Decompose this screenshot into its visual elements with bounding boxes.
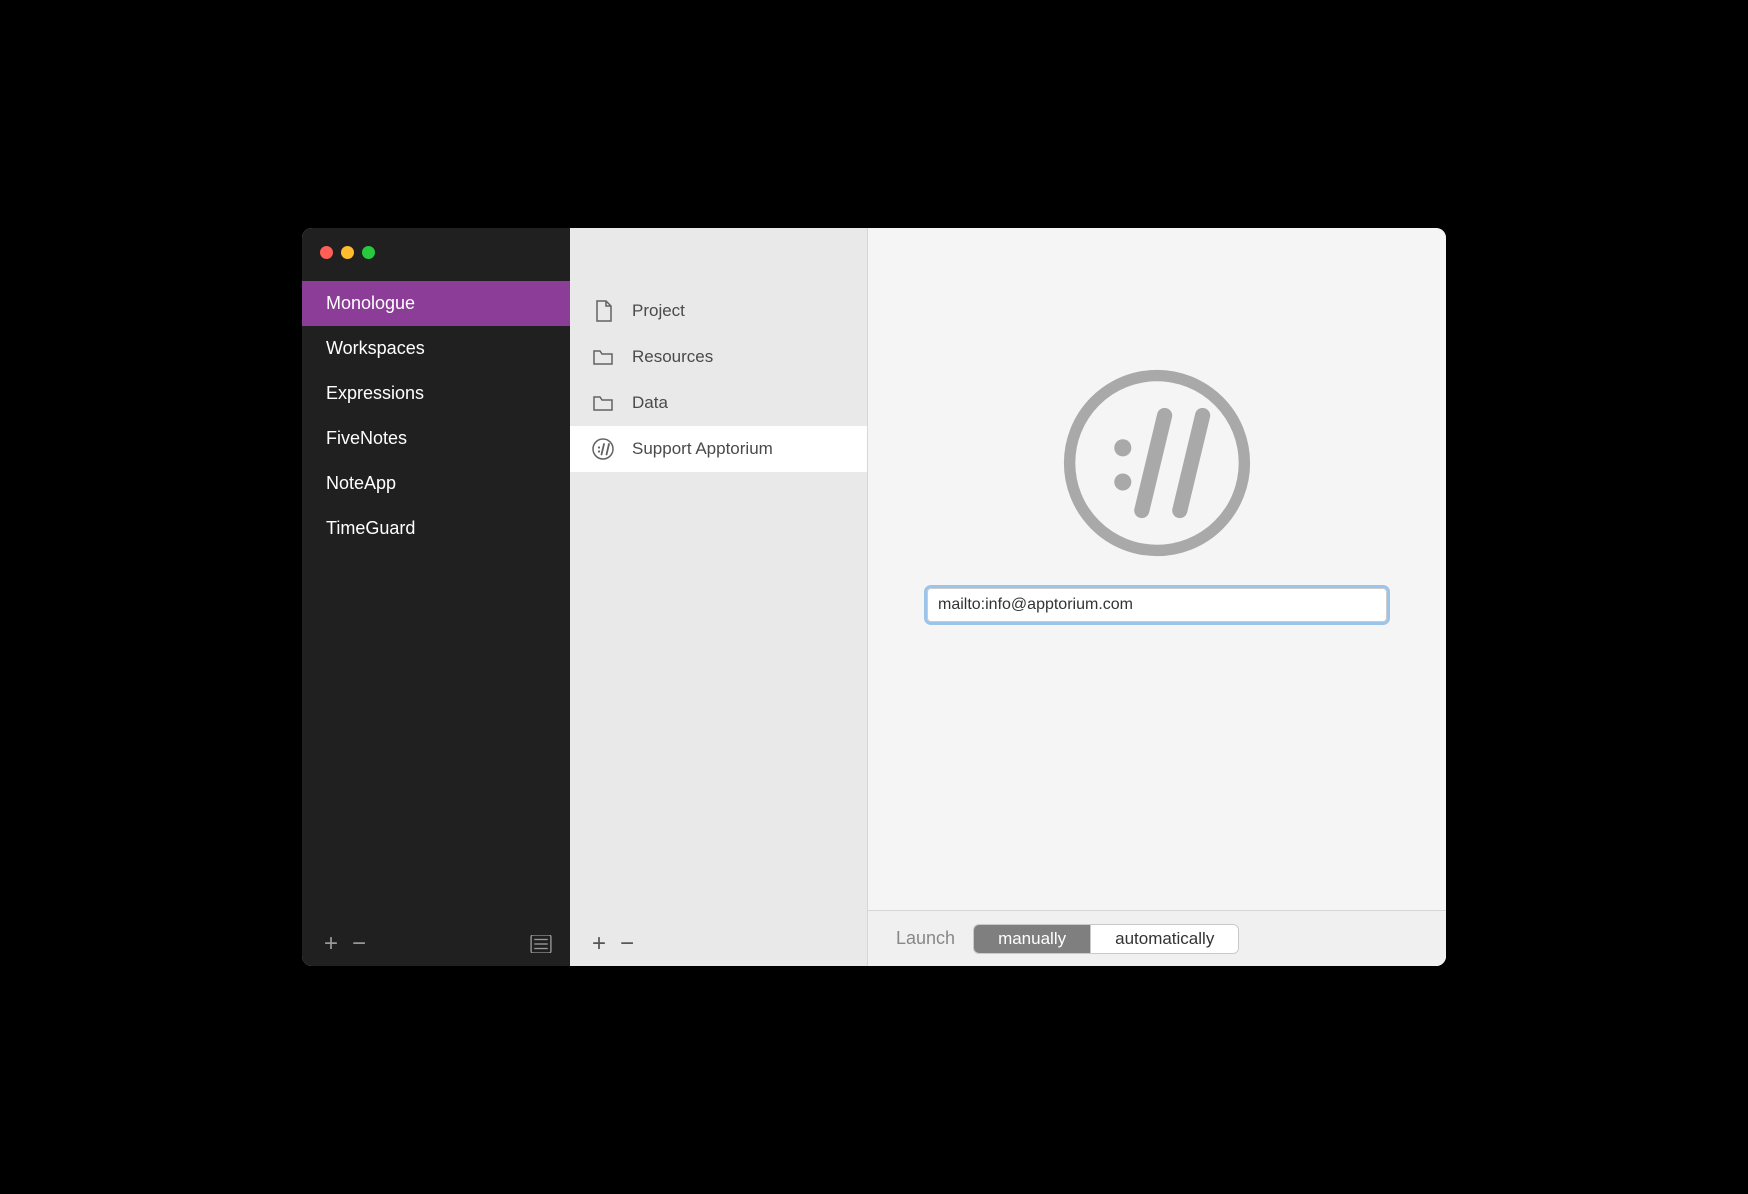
- item-label: Data: [632, 393, 668, 413]
- launch-bar: Launch manually automatically: [868, 910, 1446, 966]
- sidebar-item-label: NoteApp: [326, 473, 396, 493]
- project-sidebar-footer: + −: [302, 922, 570, 966]
- detail-content: [868, 228, 1446, 910]
- item-list: Project Resources Data: [570, 228, 867, 922]
- minus-icon: −: [352, 932, 366, 956]
- app-window: Monologue Workspaces Expressions FiveNot…: [302, 228, 1446, 966]
- project-list: Monologue Workspaces Expressions FiveNot…: [302, 271, 570, 922]
- item-label: Resources: [632, 347, 713, 367]
- sidebar-item-workspaces[interactable]: Workspaces: [302, 326, 570, 371]
- sidebar-item-label: TimeGuard: [326, 518, 415, 538]
- sidebar-item-label: FiveNotes: [326, 428, 407, 448]
- item-support-apptorium[interactable]: Support Apptorium: [570, 426, 867, 472]
- sidebar-item-label: Expressions: [326, 383, 424, 403]
- remove-project-button[interactable]: −: [348, 933, 370, 955]
- zoom-window-button[interactable]: [362, 246, 375, 259]
- segment-automatically[interactable]: automatically: [1091, 925, 1238, 953]
- plus-icon: +: [324, 932, 338, 956]
- sidebar-item-label: Monologue: [326, 293, 415, 313]
- add-item-button[interactable]: +: [588, 933, 610, 955]
- project-settings-button[interactable]: [530, 933, 552, 955]
- sidebar-item-timeguard[interactable]: TimeGuard: [302, 506, 570, 551]
- url-input[interactable]: [927, 588, 1387, 622]
- minus-icon: −: [620, 932, 634, 956]
- window-controls: [302, 228, 570, 271]
- detail-panel: Launch manually automatically: [868, 228, 1446, 966]
- item-label: Project: [632, 301, 685, 321]
- sidebar-item-fivenotes[interactable]: FiveNotes: [302, 416, 570, 461]
- launch-segmented-control: manually automatically: [973, 924, 1239, 954]
- segment-manually[interactable]: manually: [974, 925, 1091, 953]
- launch-label: Launch: [896, 928, 955, 949]
- minimize-window-button[interactable]: [341, 246, 354, 259]
- document-icon: [590, 298, 616, 324]
- project-sidebar: Monologue Workspaces Expressions FiveNot…: [302, 228, 570, 966]
- sidebar-item-label: Workspaces: [326, 338, 425, 358]
- item-sidebar-footer: + −: [570, 922, 867, 966]
- add-project-button[interactable]: +: [320, 933, 342, 955]
- item-data[interactable]: Data: [570, 380, 867, 426]
- url-large-icon: [1062, 368, 1252, 558]
- item-resources[interactable]: Resources: [570, 334, 867, 380]
- url-icon: [590, 436, 616, 462]
- item-project[interactable]: Project: [570, 288, 867, 334]
- list-lines-icon: [530, 935, 552, 953]
- close-window-button[interactable]: [320, 246, 333, 259]
- folder-icon: [590, 390, 616, 416]
- plus-icon: +: [592, 932, 606, 956]
- item-label: Support Apptorium: [632, 439, 773, 459]
- remove-item-button[interactable]: −: [616, 933, 638, 955]
- item-sidebar: Project Resources Data: [570, 228, 868, 966]
- folder-icon: [590, 344, 616, 370]
- sidebar-item-noteapp[interactable]: NoteApp: [302, 461, 570, 506]
- sidebar-item-monologue[interactable]: Monologue: [302, 281, 570, 326]
- sidebar-item-expressions[interactable]: Expressions: [302, 371, 570, 416]
